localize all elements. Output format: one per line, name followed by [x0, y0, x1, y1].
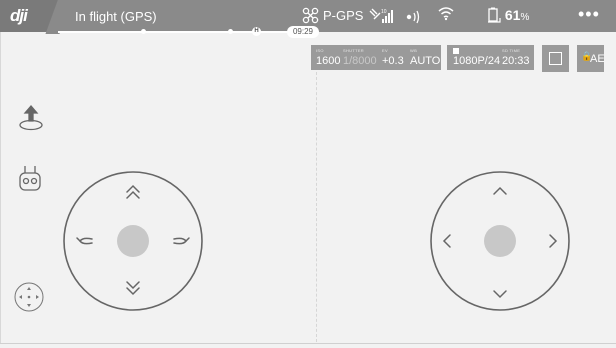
right-stick-knob[interactable] [484, 225, 516, 257]
satellite-count: 10 [381, 9, 387, 15]
right-stick[interactable] [430, 171, 570, 311]
battery-percent: 61 [504, 7, 521, 23]
gps-mode-label: P-GPS [323, 8, 364, 23]
iso-label: ISO [316, 48, 324, 53]
ev-label: EV [382, 48, 388, 53]
dji-logo-text: dji [10, 6, 28, 25]
chevron-up-icon [493, 186, 507, 195]
rotate-left-icon [79, 237, 93, 245]
recording-settings-panel[interactable]: SD TIME 1080P/24 20:33 [447, 45, 534, 70]
takeoff-icon[interactable] [16, 104, 46, 132]
chevron-down-icon [493, 290, 507, 299]
chevron-right-icon [549, 234, 558, 248]
satellite-icon: 10 [369, 8, 393, 23]
rc-signal-status[interactable] [405, 8, 425, 27]
chevron-up-icon [126, 190, 140, 199]
gimbal-joystick-icon[interactable] [13, 281, 45, 313]
bottom-edge-line [0, 343, 616, 344]
iso-value: 1600 [316, 55, 341, 67]
remote-controller-icon[interactable] [16, 164, 44, 194]
rotate-left-arrow [76, 237, 81, 242]
flight-mode[interactable]: P-GPS [302, 7, 363, 24]
ae-lock-button[interactable]: 🔒 AE [577, 45, 605, 72]
shutter-value: 1/8000 [343, 55, 377, 67]
battery-unit: % [520, 12, 530, 23]
flight-time: 09:29 [287, 26, 319, 38]
satellite-status[interactable]: 10 [368, 6, 396, 29]
battery-status[interactable]: 61% [487, 7, 529, 23]
focus-frame-icon [549, 52, 562, 65]
rc-signal-icon [406, 10, 420, 24]
rotate-right-icon [173, 237, 187, 245]
wb-value: AUTO [410, 55, 441, 67]
sd-time-label: SD TIME [502, 48, 521, 53]
timeline-dot [141, 29, 146, 34]
ev-value: +0.3 [382, 55, 404, 67]
wb-label: WB [410, 48, 418, 53]
wifi-icon [438, 7, 454, 21]
chevron-down-icon [126, 281, 140, 290]
video-icon [453, 48, 459, 54]
flight-status[interactable]: In flight (GPS) [75, 9, 157, 24]
home-point-marker: H [252, 27, 261, 36]
drone-icon [302, 7, 319, 24]
center-divider [316, 72, 317, 342]
more-icon[interactable]: ••• [578, 4, 600, 25]
focus-metering-button[interactable] [542, 45, 569, 72]
camera-parameters-panel[interactable]: ISO 1600 SHUTTER 1/8000 EV +0.3 WB AUTO [311, 45, 441, 70]
ae-lock-label: AE [590, 53, 605, 65]
left-stick[interactable] [63, 171, 203, 311]
battery-icon [488, 7, 501, 23]
chevron-left-icon [442, 234, 451, 248]
shutter-label: SHUTTER [343, 48, 364, 53]
flight-timeline [58, 31, 318, 33]
left-stick-knob[interactable] [117, 225, 149, 257]
sd-time-value: 20:33 [502, 55, 530, 67]
video-format: 1080P/24 [453, 55, 501, 67]
rotate-right-arrow [185, 237, 190, 242]
wifi-status[interactable] [437, 5, 455, 25]
left-edge-line [0, 32, 1, 344]
timeline-dot [228, 29, 233, 34]
